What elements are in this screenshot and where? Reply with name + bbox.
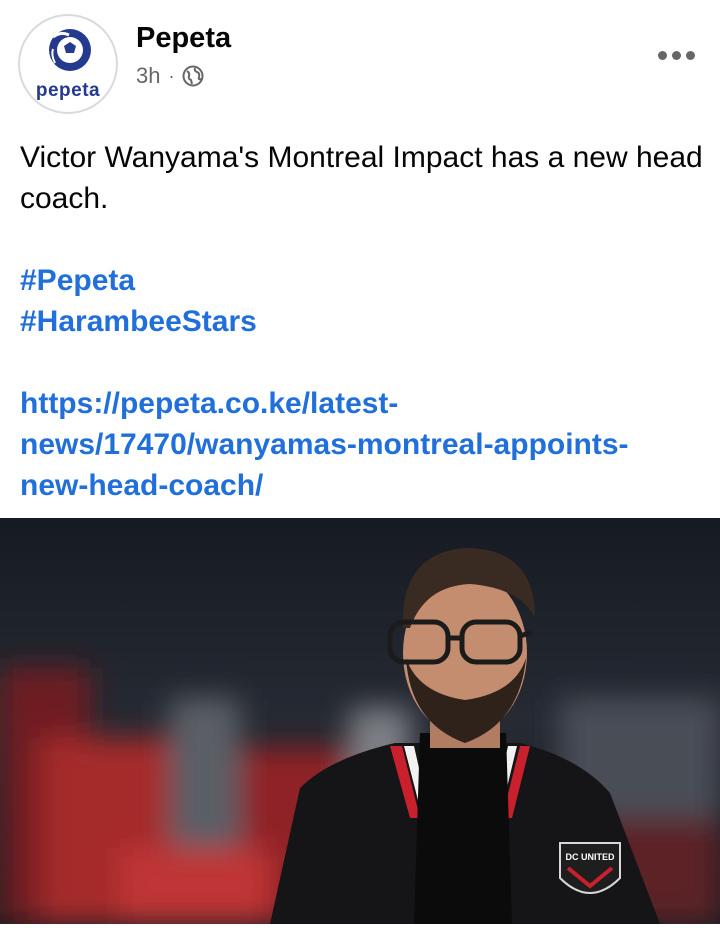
post-header: pepeta Pepeta 3h · [0, 0, 720, 120]
post-message: Victor Wanyama's Montreal Impact has a n… [20, 141, 703, 215]
page-avatar[interactable]: pepeta [18, 14, 118, 114]
article-link-line-2[interactable]: news/17470/wanyamas-montreal-appoints- [20, 424, 710, 465]
avatar-logo-text: pepeta [35, 80, 101, 101]
meta-separator: · [168, 65, 175, 86]
hashtag-harambeestars[interactable]: #HarambeeStars [20, 301, 710, 342]
post-body: Victor Wanyama's Montreal Impact has a n… [20, 137, 710, 506]
article-link-line-1[interactable]: https://pepeta.co.ke/latest- [20, 383, 710, 424]
crest-text: DC UNITED [566, 852, 615, 862]
article-link-line-3[interactable]: new-head-coach/ [20, 465, 710, 506]
post-photo[interactable]: DC UNITED [0, 518, 720, 924]
dot [658, 50, 667, 60]
hashtag-pepeta[interactable]: #Pepeta [20, 260, 710, 301]
dot [686, 50, 695, 60]
coach-photo: DC UNITED [0, 518, 720, 924]
post-time[interactable]: 3h [136, 63, 160, 89]
soccer-ball-icon [49, 29, 91, 71]
globe-icon [182, 65, 204, 87]
page-name[interactable]: Pepeta [136, 22, 231, 55]
dc-united-crest-icon [559, 842, 621, 894]
dot [672, 50, 681, 60]
more-options-icon[interactable] [658, 47, 698, 63]
post-meta: 3h · [136, 62, 204, 90]
